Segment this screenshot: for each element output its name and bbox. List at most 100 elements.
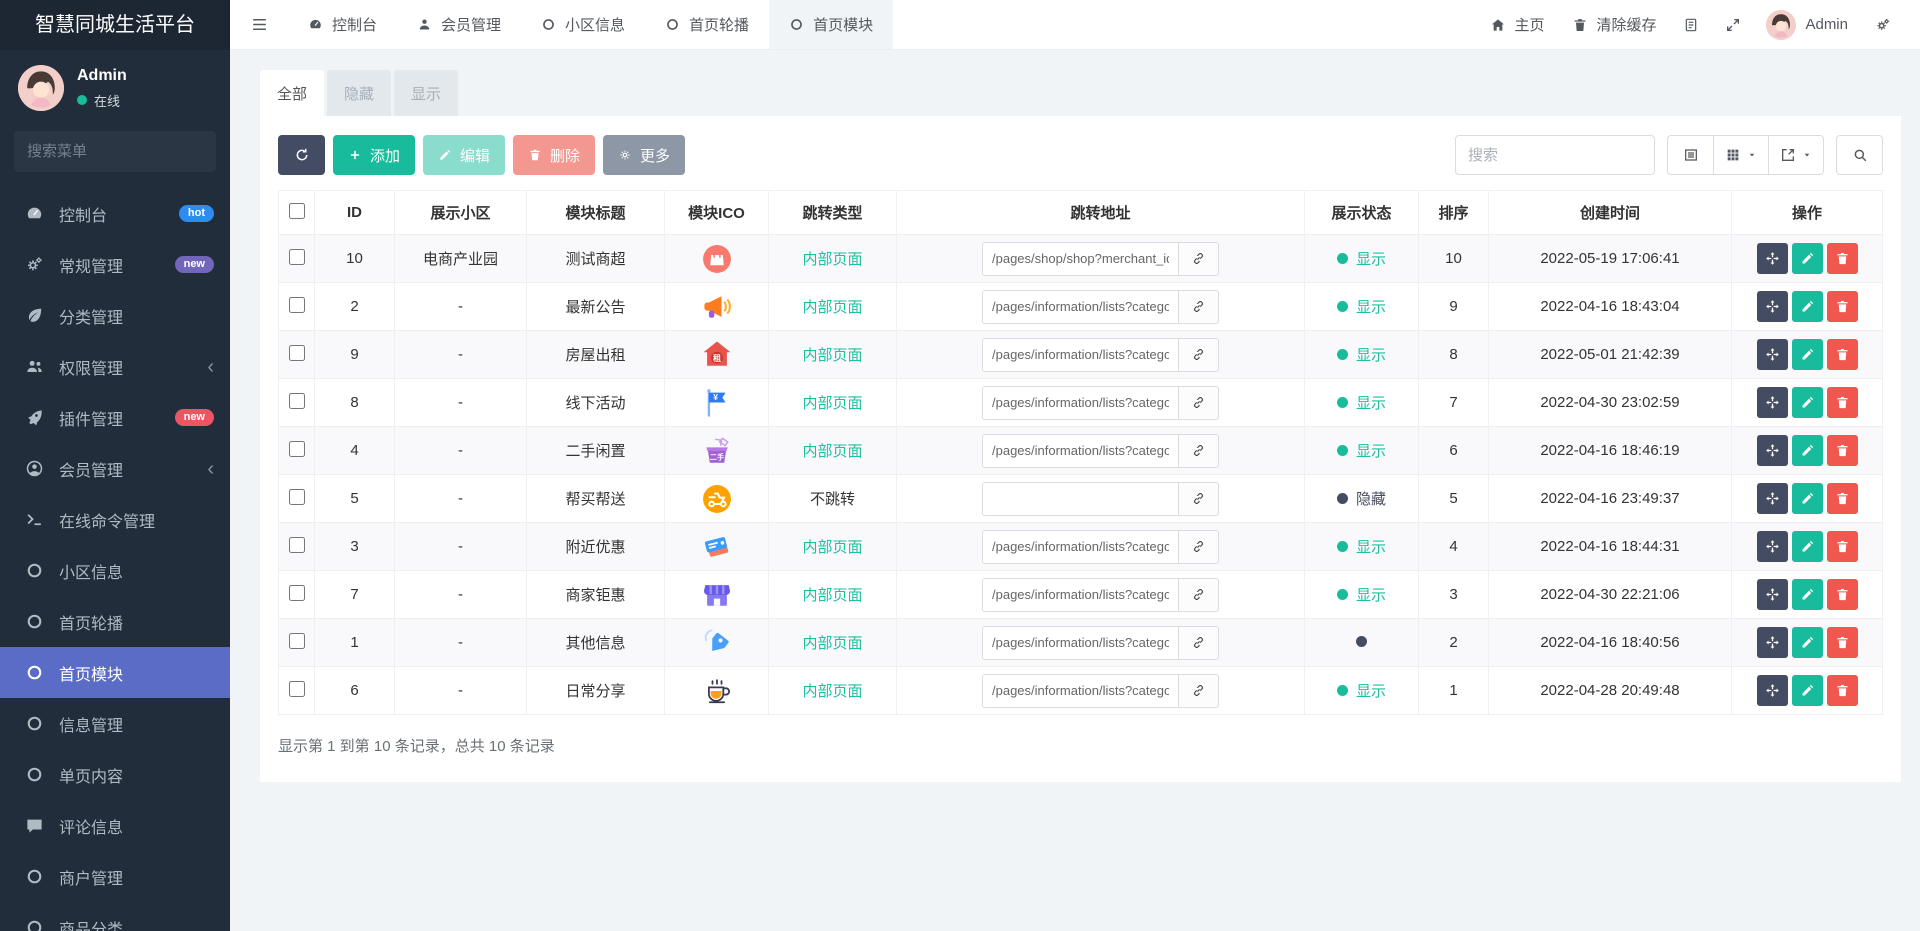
jump-url-input[interactable]	[982, 289, 1179, 324]
row-move-button[interactable]	[1756, 291, 1788, 322]
row-delete-button[interactable]	[1826, 579, 1858, 610]
sidebar-item-评论信息[interactable]: 评论信息	[0, 800, 230, 851]
row-edit-button[interactable]	[1791, 387, 1823, 418]
advanced-search-button[interactable]	[1836, 135, 1883, 175]
jump-url-input[interactable]	[982, 433, 1179, 468]
filter-tab-隐藏[interactable]: 隐藏	[327, 70, 391, 116]
more-button[interactable]: 更多	[603, 135, 686, 175]
row-delete-button[interactable]	[1826, 291, 1858, 322]
row-checkbox[interactable]	[288, 296, 305, 313]
jump-url-input[interactable]	[982, 481, 1179, 516]
top-tab-会员管理[interactable]: 会员管理	[397, 0, 521, 49]
jump-type-label[interactable]: 内部页面	[802, 299, 862, 316]
select-all-checkbox[interactable]	[288, 202, 305, 219]
home-link[interactable]: 主页	[1476, 0, 1558, 49]
link-button[interactable]	[1179, 337, 1219, 372]
row-edit-button[interactable]	[1791, 243, 1823, 274]
admin-avatar[interactable]	[1766, 9, 1797, 40]
jump-type-label[interactable]: 内部页面	[802, 251, 862, 268]
row-edit-button[interactable]	[1791, 675, 1823, 706]
top-tab-小区信息[interactable]: 小区信息	[521, 0, 645, 49]
row-edit-button[interactable]	[1791, 435, 1823, 466]
row-checkbox[interactable]	[288, 584, 305, 601]
filter-tab-全部[interactable]: 全部	[260, 70, 324, 116]
sidebar-item-会员管理[interactable]: 会员管理 ‹	[0, 443, 230, 494]
table-search-input[interactable]	[1455, 135, 1655, 175]
row-edit-button[interactable]	[1791, 483, 1823, 514]
status-toggle[interactable]: 显示	[1336, 584, 1386, 605]
row-checkbox[interactable]	[288, 344, 305, 361]
row-move-button[interactable]	[1756, 339, 1788, 370]
columns-dropdown-button[interactable]	[1714, 135, 1769, 175]
jump-url-input[interactable]	[982, 241, 1179, 276]
sidebar-item-控制台[interactable]: 控制台 hot	[0, 188, 230, 239]
jump-url-input[interactable]	[982, 577, 1179, 612]
status-toggle[interactable]: 显示	[1336, 536, 1386, 557]
status-toggle[interactable]: 显示	[1336, 296, 1386, 317]
row-checkbox[interactable]	[288, 248, 305, 265]
row-checkbox[interactable]	[288, 632, 305, 649]
row-move-button[interactable]	[1756, 435, 1788, 466]
add-button[interactable]: 添加	[333, 135, 416, 175]
row-delete-button[interactable]	[1826, 435, 1858, 466]
sidebar-item-小区信息[interactable]: 小区信息	[0, 545, 230, 596]
row-delete-button[interactable]	[1826, 387, 1858, 418]
link-button[interactable]	[1179, 481, 1219, 516]
row-move-button[interactable]	[1756, 387, 1788, 418]
row-move-button[interactable]	[1756, 627, 1788, 658]
top-tab-首页模块[interactable]: 首页模块	[769, 0, 894, 49]
fullscreen-button[interactable]	[1712, 0, 1754, 49]
jump-type-label[interactable]: 内部页面	[802, 347, 862, 364]
delete-button[interactable]: 删除	[513, 135, 596, 175]
status-toggle[interactable]: 隐藏	[1336, 488, 1386, 509]
jump-type-label[interactable]: 内部页面	[802, 587, 862, 604]
link-button[interactable]	[1179, 241, 1219, 276]
link-button[interactable]	[1179, 673, 1219, 708]
admin-menu[interactable]: Admin	[1805, 16, 1848, 33]
sidebar-item-首页模块[interactable]: 首页模块	[0, 647, 230, 698]
row-move-button[interactable]	[1756, 531, 1788, 562]
sidebar-item-插件管理[interactable]: 插件管理 new	[0, 392, 230, 443]
filter-tab-显示[interactable]: 显示	[394, 70, 458, 116]
jump-url-input[interactable]	[982, 625, 1179, 660]
link-button[interactable]	[1179, 289, 1219, 324]
clear-cache-button[interactable]: 清除缓存	[1558, 0, 1670, 49]
jump-type-label[interactable]: 内部页面	[802, 683, 862, 700]
sidebar-item-在线命令管理[interactable]: 在线命令管理	[0, 494, 230, 545]
jump-type-label[interactable]: 内部页面	[802, 395, 862, 412]
top-tab-控制台[interactable]: 控制台	[288, 0, 397, 49]
jump-type-label[interactable]: 内部页面	[802, 539, 862, 556]
jump-url-input[interactable]	[982, 529, 1179, 564]
sidebar-item-信息管理[interactable]: 信息管理	[0, 698, 230, 749]
status-toggle[interactable]	[1356, 636, 1367, 647]
document-button[interactable]	[1670, 0, 1712, 49]
sidebar-item-商户管理[interactable]: 商户管理	[0, 851, 230, 902]
detail-view-button[interactable]	[1667, 135, 1714, 175]
top-tab-首页轮播[interactable]: 首页轮播	[645, 0, 769, 49]
edit-button[interactable]: 编辑	[423, 135, 506, 175]
row-delete-button[interactable]	[1826, 675, 1858, 706]
jump-url-input[interactable]	[982, 673, 1179, 708]
row-delete-button[interactable]	[1826, 531, 1858, 562]
row-edit-button[interactable]	[1791, 531, 1823, 562]
row-checkbox[interactable]	[288, 392, 305, 409]
sidebar-search-input[interactable]	[27, 143, 226, 160]
jump-url-input[interactable]	[982, 385, 1179, 420]
export-dropdown-button[interactable]	[1769, 135, 1824, 175]
link-button[interactable]	[1179, 625, 1219, 660]
row-edit-button[interactable]	[1791, 339, 1823, 370]
row-delete-button[interactable]	[1826, 627, 1858, 658]
sidebar-item-商品分类[interactable]: 商品分类	[0, 902, 230, 931]
row-move-button[interactable]	[1756, 483, 1788, 514]
row-checkbox[interactable]	[288, 440, 305, 457]
row-delete-button[interactable]	[1826, 483, 1858, 514]
status-toggle[interactable]: 显示	[1336, 440, 1386, 461]
sidebar-item-首页轮播[interactable]: 首页轮播	[0, 596, 230, 647]
row-checkbox[interactable]	[288, 536, 305, 553]
status-toggle[interactable]: 显示	[1336, 680, 1386, 701]
row-delete-button[interactable]	[1826, 243, 1858, 274]
status-toggle[interactable]: 显示	[1336, 248, 1386, 269]
link-button[interactable]	[1179, 577, 1219, 612]
link-button[interactable]	[1179, 433, 1219, 468]
menu-toggle-button[interactable]	[230, 0, 288, 49]
